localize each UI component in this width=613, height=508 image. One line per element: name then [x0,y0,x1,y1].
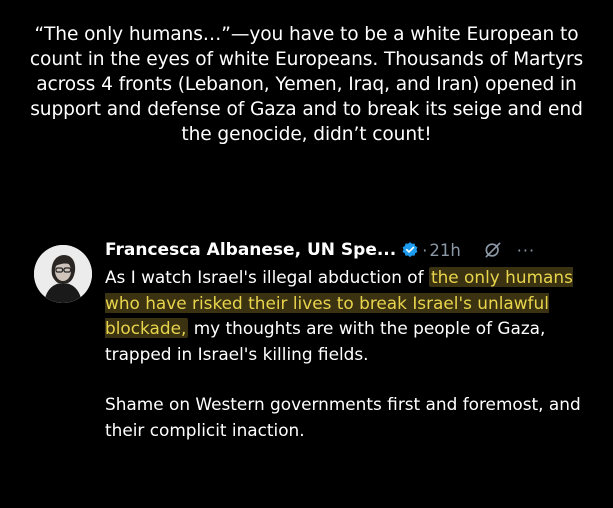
avatar[interactable] [34,245,92,303]
tweet-paragraph-2: Shame on Western governments first and f… [105,394,581,440]
caption-text: “The only humans…”—you have to be a whit… [29,24,584,145]
tweet-header: Francesca Albanese, UN Spe... · 21h ··· [105,237,595,263]
more-options-icon[interactable]: ··· [517,241,535,260]
separator-dot: · [422,240,428,260]
grok-icon[interactable] [483,240,503,260]
tweet-text: As I watch Israel's illegal abduction of… [105,265,595,443]
screenshot: “The only humans…”—you have to be a whit… [0,0,613,508]
tweet-text-start: As I watch Israel's illegal abduction of [105,267,429,287]
tweet-timestamp[interactable]: 21h [429,241,460,260]
tweet-body: Francesca Albanese, UN Spe... · 21h ··· [105,237,595,443]
avatar-image [34,245,92,303]
verified-badge-icon[interactable] [401,241,419,259]
author-name[interactable]: Francesca Albanese, UN Spe... [105,240,396,260]
